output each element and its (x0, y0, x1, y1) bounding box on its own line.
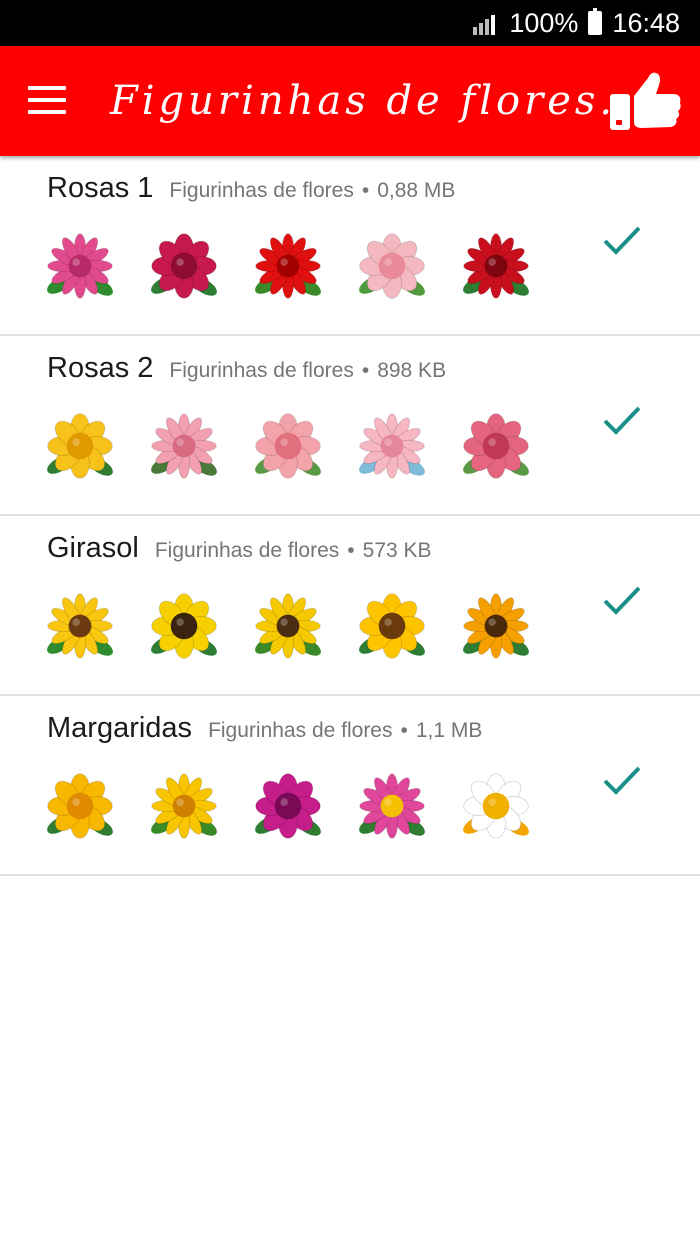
pack-name: Rosas 2 (47, 352, 154, 384)
pack-meta: Figurinhas de flores • 1,1 MB (208, 719, 482, 743)
pack-publisher: Figurinhas de flores (154, 539, 340, 562)
small-roses-icon (463, 413, 529, 479)
sticker-pack-row[interactable]: Margaridas Figurinhas de flores • 1,1 MB (0, 696, 700, 876)
magenta-flower-icon (255, 773, 321, 839)
pack-size: 898 KB (377, 359, 447, 382)
pack-name: Girasol (47, 532, 139, 564)
pack-publisher: Figurinhas de flores (169, 179, 354, 202)
red-rose-bouquet-icon (255, 233, 321, 299)
rose-bouquet-icon (255, 413, 321, 479)
red-rose-icon (463, 233, 529, 299)
pink-rose-icon (47, 233, 113, 299)
pink-aster-icon (359, 773, 425, 839)
pack-size: 1,1 MB (415, 719, 483, 742)
app-bar: Figurinhas de flores... (0, 46, 700, 156)
yellow-daisy-icon (47, 773, 113, 839)
meta-separator: • (400, 719, 408, 742)
pack-publisher: Figurinhas de flores (169, 359, 354, 382)
crimson-rose-icon (151, 233, 217, 299)
battery-percent: 100% (509, 7, 579, 38)
sunflower-icon (151, 593, 217, 659)
clock: 16:48 (612, 7, 680, 38)
meta-separator: • (347, 539, 355, 562)
battery-icon (588, 8, 603, 35)
rose-garland-icon (359, 413, 425, 479)
pack-size: 0,88 MB (377, 179, 456, 202)
meta-separator: • (361, 359, 370, 382)
orange-sunflower-icon (463, 593, 529, 659)
sticker-pack-row[interactable]: Rosas 1 Figurinhas de flores • 0,88 MB (0, 156, 700, 336)
meta-separator: • (361, 179, 370, 202)
pale-roses-icon (359, 233, 425, 299)
bright-sunflower-icon (359, 593, 425, 659)
pack-name: Rosas 1 (47, 172, 154, 204)
sunflower-row-icon (255, 593, 321, 659)
daisy-cluster-icon (463, 773, 529, 839)
added-check-icon[interactable] (602, 224, 642, 256)
pack-size: 573 KB (362, 539, 432, 562)
pack-meta: Figurinhas de flores • 573 KB (155, 539, 432, 563)
status-bar: 100% 16:48 (0, 0, 700, 46)
added-check-icon[interactable] (602, 584, 642, 616)
pack-meta: Figurinhas de flores • 0,88 MB (169, 179, 455, 203)
added-check-icon[interactable] (602, 404, 642, 436)
pack-publisher: Figurinhas de flores (208, 719, 393, 742)
sticker-pack-row[interactable]: Rosas 2 Figurinhas de flores • 898 KB (0, 336, 700, 516)
hamburger-menu-icon[interactable] (20, 78, 74, 124)
sunflower-stems-icon (47, 593, 113, 659)
pack-meta: Figurinhas de flores • 898 KB (169, 359, 446, 383)
signal-icon (473, 11, 499, 35)
yellow-rose-icon (47, 413, 113, 479)
pink-roses-icon (151, 413, 217, 479)
thumbs-up-icon[interactable] (608, 68, 684, 134)
added-check-icon[interactable] (602, 764, 642, 796)
gerbera-icon (151, 773, 217, 839)
sticker-pack-row[interactable]: Girasol Figurinhas de flores • 573 KB (0, 516, 700, 696)
app-title: Figurinhas de flores... (110, 78, 650, 124)
pack-name: Margaridas (47, 712, 193, 744)
